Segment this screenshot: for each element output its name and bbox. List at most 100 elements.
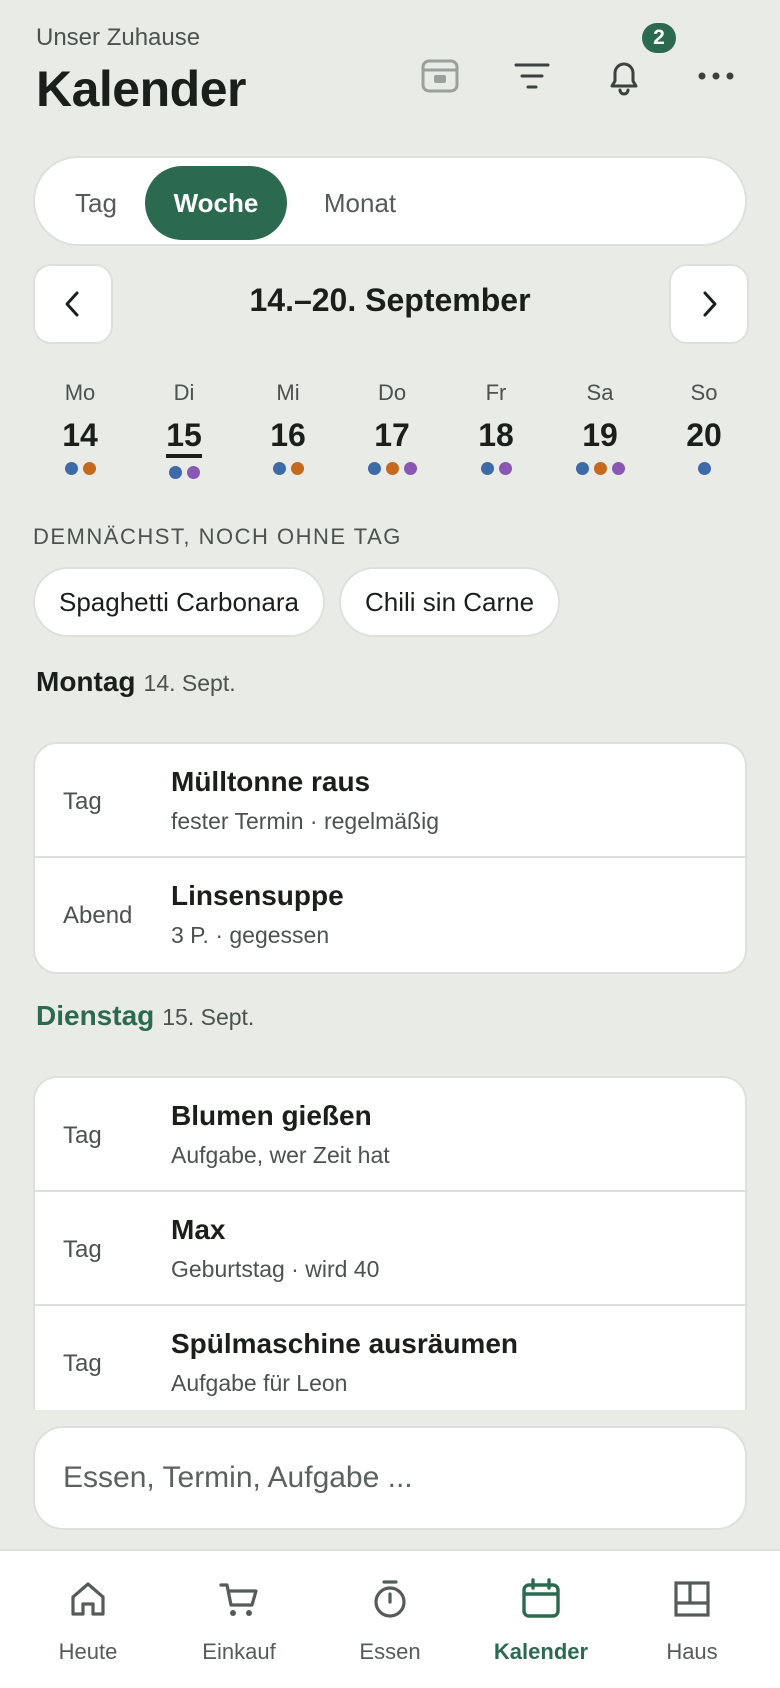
weekday-label: Do [377,380,407,405]
view-switch: Tag Woche Monat [33,156,747,246]
day-heading-monday: Montag 14. Sept. [36,666,236,698]
next-week-button[interactable] [669,264,749,344]
chevron-right-icon [703,291,717,317]
event-dot-blue [367,462,381,475]
item-subtitle: fester Termin · regelmäßig [171,808,439,834]
tab-week[interactable]: Woche [145,166,287,240]
item-title: Spülmaschine ausräumen [171,1328,519,1359]
bell-icon[interactable] [598,50,650,102]
weekday-label: Di [173,380,195,405]
tab-label: Einkauf [202,1639,276,1664]
event-dot-purple [611,462,625,475]
unscheduled-chip[interactable]: Chili sin Carne [339,567,561,637]
item-time: Tag [63,1122,102,1149]
event-dots [444,462,548,475]
page-title: Kalender [36,61,246,117]
item-title: Max [171,1214,226,1245]
event-dot-blue [272,462,286,475]
event-dots [236,462,340,475]
tab-einkauf[interactable]: Einkauf [161,1551,317,1688]
week-strip: Mo 14 Di 15 Mi 16 Do 17 Fr 18 Sa 19 So 2… [28,380,756,490]
timer-icon [374,1580,406,1618]
day-fr[interactable]: Fr 18 [444,380,548,475]
day-di[interactable]: Di 15 [132,380,236,479]
household-name: Unser Zuhause [36,24,201,51]
day-name: Dienstag [36,1000,155,1031]
cart-icon [219,1583,258,1616]
weekday-label: Fr [485,380,507,405]
item-time: Tag [63,1350,102,1377]
item-subtitle: Aufgabe für Leon [171,1370,348,1396]
day-card-monday: Tag Mülltonne raus fester Termin · regel… [33,742,747,974]
day-number: 16 [270,417,306,453]
tab-month[interactable]: Monat [287,166,433,240]
unscheduled-heading: DEMNÄCHST, NOCH OHNE TAG [33,524,402,549]
tab-label: Haus [666,1639,718,1664]
weekday-label: So [690,380,718,405]
item-title: Mülltonne raus [171,766,371,797]
archive-icon[interactable] [414,50,466,102]
week-range: 14.–20. September [249,282,531,318]
event-dot-orange [290,462,304,475]
item-time: Tag [63,788,102,815]
day-so[interactable]: So 20 [652,380,756,475]
day-do[interactable]: Do 17 [340,380,444,475]
filter-icon[interactable] [506,50,558,102]
event-dots [340,462,444,475]
item-subtitle: Geburtstag · wird 40 [171,1256,380,1282]
day-number: 14 [62,417,98,453]
list-item[interactable]: Abend Linsensuppe 3 P. · gegessen [35,858,745,972]
event-dot-orange [593,462,607,475]
list-item[interactable]: Tag Mülltonne raus fester Termin · regel… [35,744,745,858]
more-icon[interactable] [690,50,742,102]
item-subtitle: 3 P. · gegessen [171,922,330,948]
tab-heute[interactable]: Heute [10,1551,166,1688]
day-name: Montag [36,666,136,697]
day-mi[interactable]: Mi 16 [236,380,340,475]
event-dot-purple [186,466,200,479]
day-number: 19 [582,417,618,453]
event-dots [28,462,132,475]
item-time: Abend [63,902,133,929]
list-item[interactable]: Tag Spülmaschine ausräumen Aufgabe für L… [35,1306,745,1410]
list-item[interactable]: Tag Blumen gießen Aufgabe, wer Zeit hat [35,1078,745,1192]
day-mo[interactable]: Mo 14 [28,380,132,475]
day-number: 20 [686,417,722,453]
day-date: 15. Sept. [162,1004,255,1030]
item-time: Tag [63,1236,102,1263]
chevron-left-icon [65,291,79,317]
quick-add-input[interactable]: Essen, Termin, Aufgabe ... [33,1426,747,1530]
event-dots [548,462,652,475]
item-title: Linsensuppe [171,880,344,911]
day-card-tuesday: Tag Blumen gießen Aufgabe, wer Zeit hat … [33,1076,747,1410]
notification-badge: 2 [642,23,676,53]
tab-day[interactable]: Tag [43,166,149,240]
event-dot-blue [64,462,78,475]
event-dot-blue [575,462,589,475]
previous-week-button[interactable] [33,264,113,344]
tab-label: Essen [359,1639,421,1664]
item-title: Blumen gießen [171,1100,372,1131]
event-dot-blue [480,462,494,475]
event-dots [652,462,756,475]
day-number: 18 [478,417,514,453]
list-item[interactable]: Tag Max Geburtstag · wird 40 [35,1192,745,1306]
event-dot-blue [697,462,711,475]
event-dot-purple [498,462,512,475]
event-dot-blue [168,466,182,479]
tab-label: Kalender [493,1639,589,1664]
day-number: 17 [374,417,410,453]
tab-essen[interactable]: Essen [312,1551,468,1688]
tab-kalender[interactable]: Kalender [463,1551,619,1688]
unscheduled-chip[interactable]: Spaghetti Carbonara [33,567,325,637]
event-dot-orange [385,462,399,475]
event-dot-orange [82,462,96,475]
day-date: 14. Sept. [143,670,236,696]
home-icon [71,1582,105,1616]
day-sa[interactable]: Sa 19 [548,380,652,475]
layout-icon [674,1581,710,1617]
weekday-label: Mo [64,380,96,405]
bottom-tab-bar: Heute Einkauf Essen Kalender Haus [0,1549,780,1688]
weekday-label: Sa [586,380,614,405]
tab-haus[interactable]: Haus [614,1551,770,1688]
